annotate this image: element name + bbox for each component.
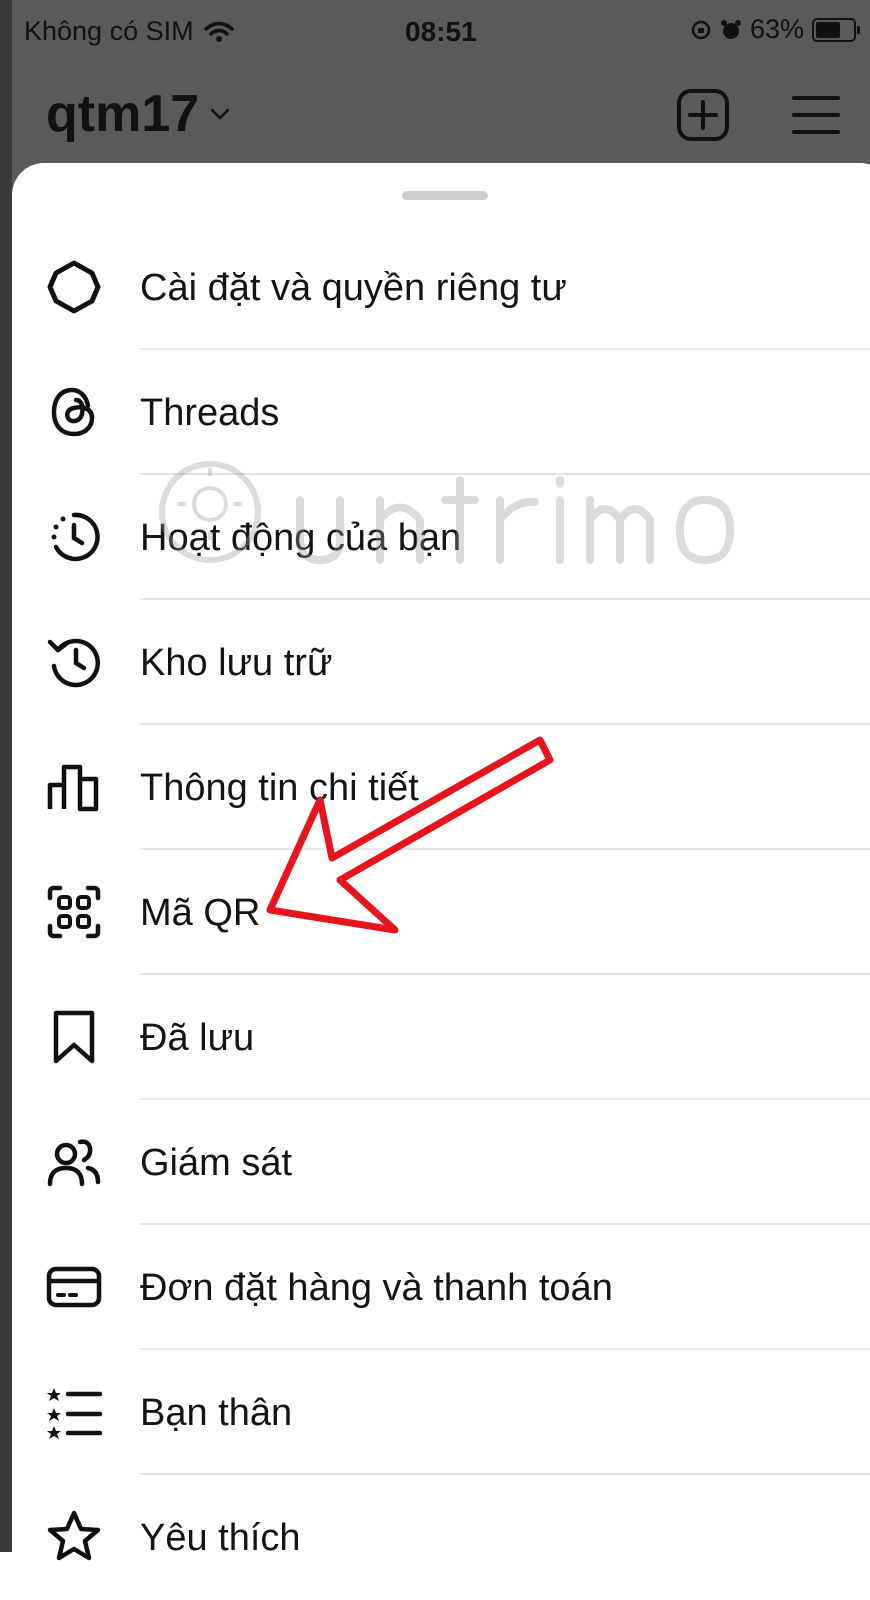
wifi-icon xyxy=(203,21,234,42)
menu-item-label: Bạn thân xyxy=(140,1392,293,1434)
device-frame-edge xyxy=(0,0,12,1552)
insights-icon xyxy=(47,764,99,812)
archive-icon xyxy=(47,638,100,688)
status-time: 08:51 xyxy=(405,16,477,47)
menu-item-label: Cài đặt và quyền riêng tư xyxy=(140,267,567,309)
battery-icon xyxy=(812,17,860,42)
qr-code-icon xyxy=(47,885,101,939)
menu-item-saved[interactable]: Đã lưu xyxy=(12,975,870,1100)
account-switcher[interactable]: qtm17 xyxy=(46,84,231,144)
chevron-down-icon xyxy=(210,108,230,120)
close-friends-icon xyxy=(47,1388,103,1439)
menu-item-close-friends[interactable]: Bạn thân xyxy=(12,1350,870,1475)
status-indicators: 63% xyxy=(690,14,860,45)
username-label: qtm17 xyxy=(46,85,200,143)
status-bar: Không có SIM 08:51 63% xyxy=(0,0,870,62)
menu-item-settings[interactable]: Cài đặt và quyền riêng tư xyxy=(12,225,870,350)
watermark-logo xyxy=(159,461,735,565)
orientation-lock-icon xyxy=(691,20,711,39)
menu-item-label: Giám sát xyxy=(140,1142,293,1184)
menu-item-supervision[interactable]: Giám sát xyxy=(12,1100,870,1225)
supervision-icon xyxy=(47,1139,101,1187)
sheet-drag-handle[interactable] xyxy=(402,191,488,200)
battery-percent: 63% xyxy=(749,14,804,44)
menu-item-label: Threads xyxy=(140,392,280,434)
menu-item-label: Yêu thích xyxy=(140,1517,301,1559)
hamburger-menu-button[interactable] xyxy=(790,90,842,140)
star-icon xyxy=(47,1510,101,1561)
menu-item-label: Đã lưu xyxy=(140,1017,255,1059)
activity-icon xyxy=(51,512,100,562)
gear-icon xyxy=(47,260,101,314)
alarm-icon xyxy=(720,19,741,39)
annotation-arrow xyxy=(266,736,554,934)
menu-item-label: Kho lưu trữ xyxy=(140,642,333,684)
menu-item-label: Đơn đặt hàng và thanh toán xyxy=(140,1267,613,1309)
profile-header: qtm17 xyxy=(0,70,870,160)
menu-item-favorites[interactable]: Yêu thích xyxy=(12,1475,870,1600)
carrier-text: Không có SIM xyxy=(24,16,194,46)
menu-item-label: Mã QR xyxy=(140,892,261,934)
bookmark-icon xyxy=(53,1010,95,1064)
create-post-button[interactable] xyxy=(676,88,730,142)
menu-item-archive[interactable]: Kho lưu trữ xyxy=(12,600,870,725)
menu-item-orders-payments[interactable]: Đơn đặt hàng và thanh toán xyxy=(12,1225,870,1350)
card-icon xyxy=(46,1266,102,1308)
threads-icon xyxy=(51,387,95,437)
carrier-info: Không có SIM xyxy=(24,16,234,47)
